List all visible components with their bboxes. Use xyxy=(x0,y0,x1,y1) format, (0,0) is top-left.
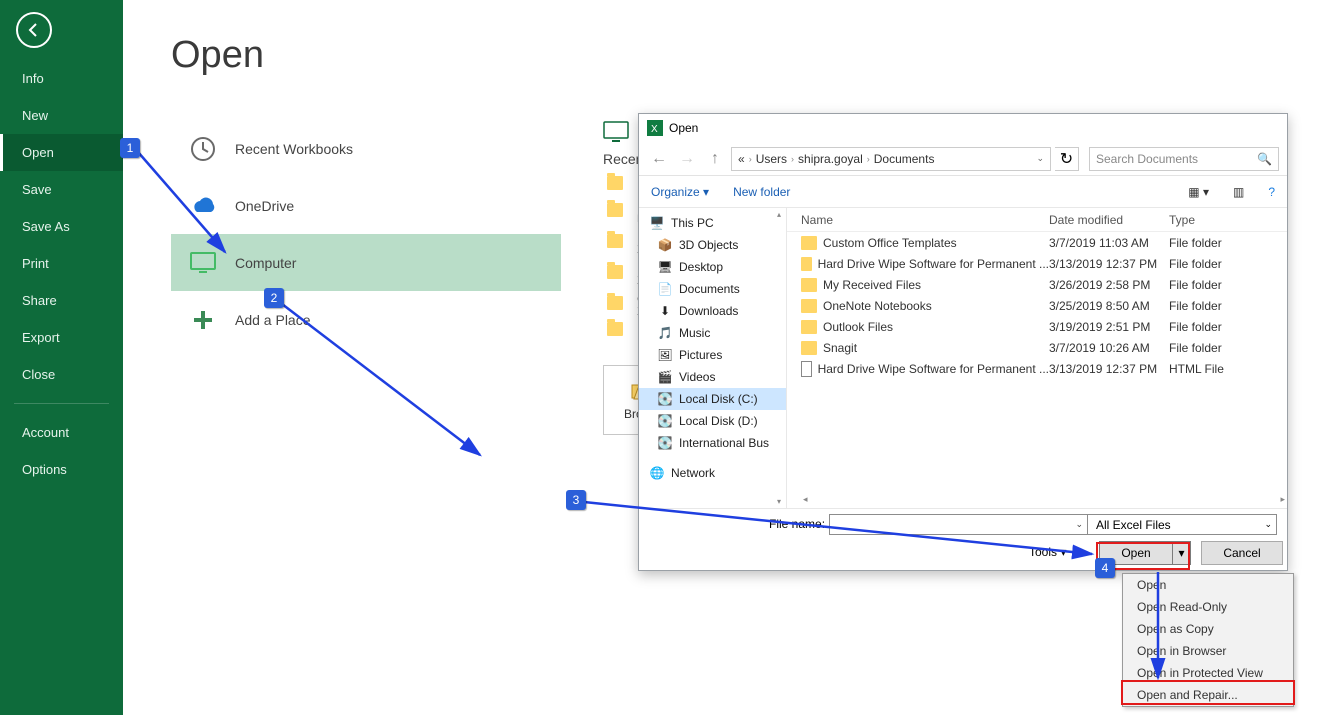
computer-icon xyxy=(183,251,223,275)
file-row[interactable]: Outlook Files3/19/2019 2:51 PMFile folde… xyxy=(787,316,1287,337)
place-add[interactable]: Add a Place xyxy=(171,291,561,348)
annotation-box xyxy=(1121,680,1295,705)
nav-tree-item[interactable]: 💽International Bus xyxy=(639,432,786,454)
dialog-title: Open xyxy=(669,121,698,135)
nav-open[interactable]: Open xyxy=(0,134,123,171)
nav-account[interactable]: Account xyxy=(0,414,123,451)
open-dialog: X Open ← → ↑ «› Users› shipra.goyal› Doc… xyxy=(638,113,1288,571)
tools-menu[interactable]: Tools ▾ xyxy=(1029,545,1066,559)
nav-tree-item[interactable]: ⬇Downloads xyxy=(639,300,786,322)
marker-1: 1 xyxy=(120,138,140,158)
excel-icon: X xyxy=(647,120,663,136)
preview-pane-icon[interactable]: ▥ xyxy=(1233,185,1244,199)
file-row[interactable]: Custom Office Templates3/7/2019 11:03 AM… xyxy=(787,232,1287,253)
plus-icon xyxy=(183,309,223,331)
nav-print[interactable]: Print xyxy=(0,245,123,282)
place-label: Add a Place xyxy=(235,312,311,328)
crumb[interactable]: Users xyxy=(756,152,787,166)
place-computer[interactable]: Computer xyxy=(171,234,561,291)
nav-tree-item[interactable]: 🖥Desktop xyxy=(639,256,786,278)
search-icon: 🔍 xyxy=(1257,152,1272,166)
menu-open-browser[interactable]: Open in Browser xyxy=(1123,640,1293,662)
search-placeholder: Search Documents xyxy=(1096,152,1198,166)
nav-tree-item[interactable]: 💽Local Disk (D:) xyxy=(639,410,786,432)
nav-tree-item[interactable]: 🌐Network xyxy=(639,462,786,484)
nav-new[interactable]: New xyxy=(0,97,123,134)
nav-up-icon[interactable]: ↑ xyxy=(703,147,727,171)
col-name[interactable]: Name xyxy=(787,213,1049,227)
file-row[interactable]: Snagit3/7/2019 10:26 AMFile folder xyxy=(787,337,1287,358)
crumb[interactable]: « xyxy=(738,152,745,166)
cloud-icon xyxy=(183,196,223,216)
nav-export[interactable]: Export xyxy=(0,319,123,356)
nav-tree-item[interactable]: 📦3D Objects xyxy=(639,234,786,256)
clock-icon xyxy=(183,135,223,163)
nav-info[interactable]: Info xyxy=(0,60,123,97)
refresh-icon[interactable]: ↻ xyxy=(1055,147,1079,171)
file-row[interactable]: My Received Files3/26/2019 2:58 PMFile f… xyxy=(787,274,1287,295)
filename-label: File name: xyxy=(769,517,825,531)
place-label: Computer xyxy=(235,255,296,271)
nav-tree-item[interactable]: 💽Local Disk (C:) xyxy=(639,388,786,410)
filter-label: All Excel Files xyxy=(1096,518,1171,532)
backstage-sidebar: Info New Open Save Save As Print Share E… xyxy=(0,0,123,715)
hscroll-right-icon[interactable]: ▸ xyxy=(1280,494,1285,508)
view-options-icon[interactable]: ▦ ▾ xyxy=(1188,185,1209,199)
cancel-button[interactable]: Cancel xyxy=(1201,541,1283,565)
nav-saveas[interactable]: Save As xyxy=(0,208,123,245)
place-label: OneDrive xyxy=(235,198,294,214)
menu-open-copy[interactable]: Open as Copy xyxy=(1123,618,1293,640)
filename-input[interactable]: ⌄ xyxy=(829,514,1088,535)
nav-pane: 🖥️This PC📦3D Objects🖥Desktop📄Documents⬇D… xyxy=(639,208,787,508)
place-label: Recent Workbooks xyxy=(235,141,353,157)
page-title: Open xyxy=(171,34,1334,77)
nav-fwd-icon[interactable]: → xyxy=(675,147,699,171)
svg-text:X: X xyxy=(651,124,658,135)
organize-menu[interactable]: Organize ▾ xyxy=(651,185,709,199)
col-type[interactable]: Type xyxy=(1169,213,1249,227)
file-row[interactable]: OneNote Notebooks3/25/2019 8:50 AMFile f… xyxy=(787,295,1287,316)
nav-tree-item[interactable]: 🎬Videos xyxy=(639,366,786,388)
menu-open-readonly[interactable]: Open Read-Only xyxy=(1123,596,1293,618)
place-onedrive[interactable]: OneDrive xyxy=(171,177,561,234)
help-icon[interactable]: ? xyxy=(1268,185,1275,199)
file-list: Name Date modified Type Custom Office Te… xyxy=(787,208,1287,508)
crumb[interactable]: Documents xyxy=(874,152,935,166)
file-row[interactable]: Hard Drive Wipe Software for Permanent .… xyxy=(787,358,1287,379)
hscroll-left-icon[interactable]: ◂ xyxy=(803,494,808,508)
nav-tree-item[interactable]: 🖥️This PC xyxy=(639,212,786,234)
newfolder-button[interactable]: New folder xyxy=(733,185,790,199)
crumb[interactable]: shipra.goyal xyxy=(798,152,863,166)
scrollbar[interactable]: ▴▾ xyxy=(772,208,786,508)
file-row[interactable]: Hard Drive Wipe Software for Permanent .… xyxy=(787,253,1287,274)
nav-share[interactable]: Share xyxy=(0,282,123,319)
nav-tree-item[interactable]: 🖼Pictures xyxy=(639,344,786,366)
search-input[interactable]: Search Documents 🔍 xyxy=(1089,147,1279,171)
nav-back-icon[interactable]: ← xyxy=(647,147,671,171)
place-recent[interactable]: Recent Workbooks xyxy=(171,120,561,177)
marker-3: 3 xyxy=(566,490,586,510)
nav-options[interactable]: Options xyxy=(0,451,123,488)
nav-save[interactable]: Save xyxy=(0,171,123,208)
breadcrumb[interactable]: «› Users› shipra.goyal› Documents ⌄ xyxy=(731,147,1051,171)
nav-tree-item[interactable]: 🎵Music xyxy=(639,322,786,344)
back-button[interactable] xyxy=(16,12,52,48)
marker-4: 4 xyxy=(1095,558,1115,578)
nav-close[interactable]: Close xyxy=(0,356,123,393)
nav-tree-item[interactable]: 📄Documents xyxy=(639,278,786,300)
col-date[interactable]: Date modified xyxy=(1049,213,1169,227)
filetype-dropdown[interactable]: All Excel Files ⌄ xyxy=(1087,514,1277,535)
menu-open[interactable]: Open xyxy=(1123,574,1293,596)
marker-2: 2 xyxy=(264,288,284,308)
